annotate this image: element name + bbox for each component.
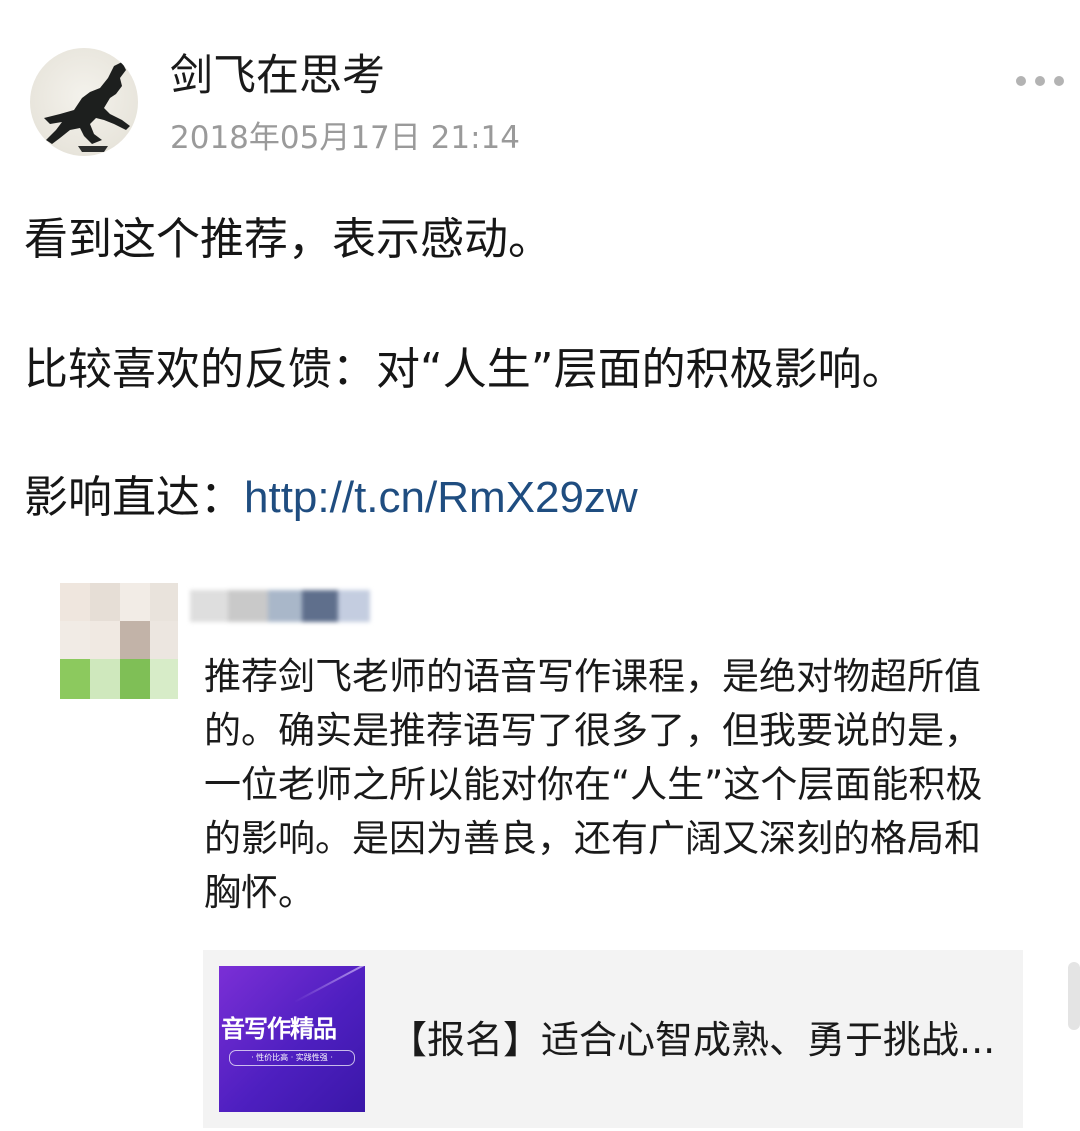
quoted-user-name-blurred: [190, 588, 370, 624]
more-options-button[interactable]: [1012, 64, 1068, 98]
author-name[interactable]: 剑飞在思考: [170, 48, 385, 104]
post-body-line: 看到这个推荐，表示感动。: [24, 214, 552, 265]
post-timestamp: 2018年05月17日 21:14: [170, 120, 520, 156]
blurred-name-icon: [190, 590, 370, 622]
thumbnail-streak: [293, 966, 365, 1004]
post-body-line: 比较喜欢的反馈：对“人生”层面的积极影响。: [24, 344, 906, 395]
quoted-text: 推荐剑飞老师的语音写作课程，是绝对物超所值的。确实是推荐语写了很多了，但我要说的…: [204, 655, 983, 914]
card-title: 【报名】适合心智成熟、勇于挑战...: [389, 1018, 996, 1062]
horse-statue-icon: [44, 62, 130, 152]
card-thumbnail: 音写作精品 · 性价比高 · 实践性强 ·: [219, 966, 365, 1112]
more-dots-icon: [1016, 76, 1026, 86]
link-prefix: 影响直达：: [24, 472, 244, 523]
pixelated-avatar-icon: [60, 583, 178, 699]
article-link-card[interactable]: 音写作精品 · 性价比高 · 实践性强 · 【报名】适合心智成熟、勇于挑战...: [203, 950, 1023, 1128]
author-avatar[interactable]: [30, 48, 138, 156]
thumbnail-title: 音写作精品: [221, 1015, 337, 1043]
scrollbar-thumb[interactable]: [1068, 962, 1080, 1030]
post-body-line-link: 影响直达：http://t.cn/RmX29zw: [24, 468, 638, 528]
short-link[interactable]: http://t.cn/RmX29zw: [244, 473, 638, 522]
more-dot: [1054, 76, 1064, 86]
quoted-user-avatar[interactable]: [60, 583, 178, 699]
more-dot: [1035, 76, 1045, 86]
thumbnail-subtitle: · 性价比高 · 实践性强 ·: [229, 1050, 355, 1066]
